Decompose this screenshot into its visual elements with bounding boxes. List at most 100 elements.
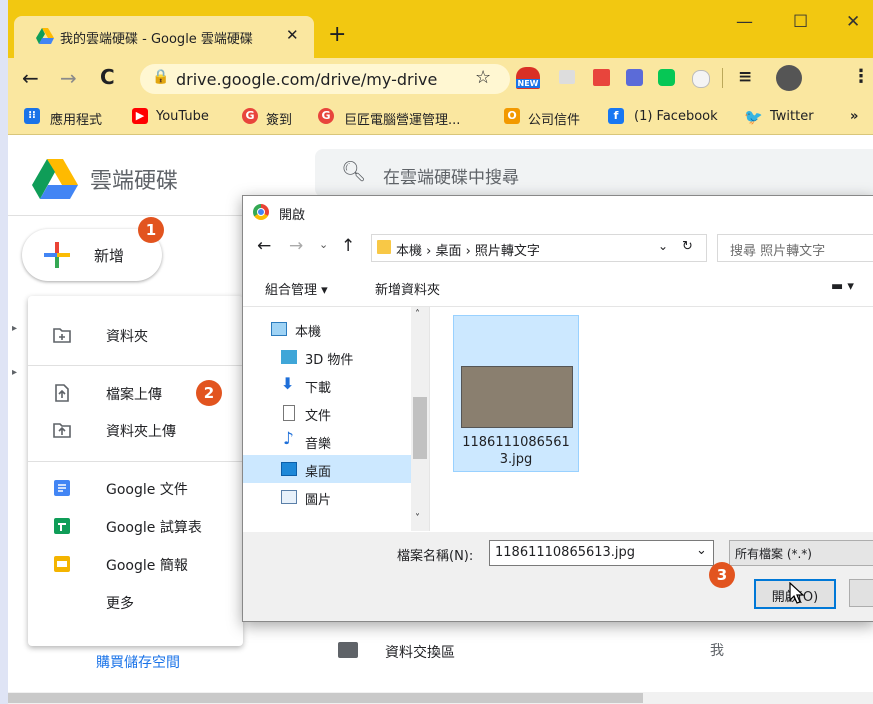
- computer-icon: [271, 322, 287, 336]
- youtube-icon: ▶: [132, 108, 148, 124]
- folder-icon: [377, 240, 391, 254]
- avatar[interactable]: [776, 65, 802, 91]
- drive-logo-icon: [32, 159, 78, 199]
- tree-item-this-pc[interactable]: 本機: [243, 315, 411, 343]
- drive-favicon-icon: [36, 28, 54, 44]
- tree-item-documents[interactable]: 文件: [243, 399, 411, 427]
- extension-new-icon[interactable]: NEW: [516, 67, 540, 89]
- minimize-icon[interactable]: —: [736, 12, 753, 32]
- horizontal-scrollbar[interactable]: [8, 692, 873, 704]
- tree-item-label: 音樂: [305, 437, 332, 452]
- extension-pdf-icon[interactable]: [593, 69, 610, 86]
- google-sheets-icon: [54, 518, 70, 534]
- twitter-icon: 🐦: [744, 108, 763, 126]
- scroll-down-icon[interactable]: ˅: [415, 513, 420, 524]
- expand-arrow-icon[interactable]: ▸: [12, 367, 17, 378]
- toolbar-divider: [722, 68, 723, 88]
- filename-label: 檔案名稱(N):: [397, 549, 474, 564]
- dialog-footer: 檔案名稱(N): 11861110865613.jpg ⌄ 所有檔案 (*.*)…: [243, 532, 873, 621]
- bookmark-apps[interactable]: 應用程式: [50, 109, 102, 128]
- media-queue-icon[interactable]: ≡: [738, 67, 752, 87]
- recent-dropdown-icon[interactable]: ⌄: [319, 238, 328, 251]
- breadcrumb[interactable]: 本機 › 桌面 › 照片轉文字: [396, 240, 540, 259]
- tree-scrollbar[interactable]: ˄ ˅: [411, 307, 429, 531]
- chevron-down-icon[interactable]: ⌄: [696, 543, 707, 558]
- new-button-label: 新增: [94, 247, 125, 265]
- menu-item-google-docs[interactable]: Google 文件: [28, 471, 243, 505]
- search-icon[interactable]: 🔍︎: [341, 159, 366, 183]
- browser-tab[interactable]: 我的雲端硬碟 - Google 雲端硬碟 ✕: [14, 16, 314, 58]
- address-bar[interactable]: 🔒 drive.google.com/drive/my-drive: [140, 64, 510, 94]
- chevron-down-icon[interactable]: ⌄: [658, 239, 668, 253]
- bookmark-facebook[interactable]: (1) Facebook: [634, 109, 718, 124]
- dialog-search-input[interactable]: 搜尋 照片轉文字: [717, 234, 873, 262]
- step-badge-3: 3: [709, 562, 735, 588]
- maximize-icon[interactable]: ☐: [793, 12, 808, 32]
- bookmark-youtube[interactable]: YouTube: [156, 109, 209, 124]
- bookmark-star-icon[interactable]: ☆: [475, 67, 491, 88]
- dialog-title: 開啟: [279, 208, 306, 223]
- buy-storage-link[interactable]: 購買儲存空間: [96, 652, 180, 672]
- tree-item-downloads[interactable]: ⬇ 下載: [243, 371, 411, 399]
- g-logo-icon: G: [242, 108, 258, 124]
- bookmark-management[interactable]: 巨匠電腦營運管理...: [344, 109, 460, 128]
- extension-reader-icon[interactable]: [692, 70, 710, 88]
- back-icon[interactable]: ←: [22, 66, 39, 90]
- view-options-icon[interactable]: ▬ ▾: [831, 279, 854, 294]
- chrome-icon: [253, 204, 269, 220]
- bookmarks-bar: ⁝⁝ 應用程式 ▶ YouTube G 簽到 G 巨匠電腦營運管理... O 公…: [8, 100, 873, 135]
- scrollbar-thumb[interactable]: [8, 693, 643, 703]
- dialog-command-bar: 組合管理 ▾ 新增資料夾 ▬ ▾: [243, 268, 873, 307]
- more-menu-icon[interactable]: ⋮: [852, 66, 870, 87]
- extension-line-icon[interactable]: [658, 69, 675, 86]
- file-row-name[interactable]: 資料交換區: [385, 642, 455, 662]
- menu-item-folder[interactable]: 資料夾: [28, 318, 243, 352]
- new-folder-icon: [53, 328, 71, 343]
- bookmark-company-mail[interactable]: 公司信件: [528, 109, 580, 128]
- tab-close-icon[interactable]: ✕: [286, 26, 299, 44]
- drive-search-bar[interactable]: 🔍︎ 在雲端硬碟中搜尋: [315, 149, 873, 197]
- menu-item-folder-upload[interactable]: 資料夾上傳: [28, 413, 243, 447]
- expand-arrow-icon[interactable]: ▸: [12, 323, 17, 334]
- bookmark-checkin[interactable]: 簽到: [266, 109, 292, 128]
- cube-icon: [281, 350, 297, 364]
- step-badge-1: 1: [138, 217, 164, 243]
- extension-ticket-icon[interactable]: [559, 70, 575, 84]
- refresh-icon[interactable]: ↻: [682, 239, 693, 254]
- menu-item-more[interactable]: 更多: [28, 585, 243, 619]
- menu-item-google-sheets[interactable]: Google 試算表: [28, 509, 243, 543]
- extension-grid-icon[interactable]: [626, 69, 643, 86]
- browser-toolbar: ← → C 🔒 drive.google.com/drive/my-drive …: [8, 58, 873, 100]
- folder-upload-icon: [53, 423, 71, 438]
- forward-icon[interactable]: →: [289, 236, 303, 256]
- facebook-icon: f: [608, 108, 624, 124]
- new-tab-button[interactable]: +: [328, 22, 346, 47]
- close-window-icon[interactable]: ✕: [846, 12, 860, 32]
- up-folder-icon[interactable]: ↑: [341, 236, 355, 256]
- scroll-up-icon[interactable]: ˄: [415, 309, 420, 320]
- filename-input[interactable]: 11861110865613.jpg ⌄: [489, 540, 714, 566]
- filetype-select[interactable]: 所有檔案 (*.*): [729, 540, 873, 566]
- reload-icon[interactable]: C: [100, 65, 115, 89]
- tree-item-music[interactable]: ♪ 音樂: [243, 427, 411, 455]
- back-icon[interactable]: ←: [257, 236, 271, 256]
- tree-item-3d-objects[interactable]: 3D 物件: [243, 343, 411, 371]
- tree-item-pictures[interactable]: 圖片: [243, 483, 411, 511]
- new-folder-button[interactable]: 新增資料夾: [375, 279, 440, 298]
- cancel-button[interactable]: [849, 579, 873, 607]
- url-text: drive.google.com/drive/my-drive: [176, 70, 438, 89]
- forward-icon[interactable]: →: [60, 66, 77, 90]
- tree-item-label: 下載: [305, 381, 332, 396]
- organize-button[interactable]: 組合管理 ▾: [265, 279, 328, 298]
- file-item[interactable]: 11861110865613.jpg: [453, 315, 579, 472]
- tree-item-desktop[interactable]: 桌面: [243, 455, 411, 483]
- scrollbar-thumb[interactable]: [413, 397, 427, 459]
- menu-item-google-slides[interactable]: Google 簡報: [28, 547, 243, 581]
- navigation-tree: 本機 3D 物件 ⬇ 下載 文件 ♪ 音樂 桌面 圖片 ˄ ˅: [243, 307, 430, 531]
- path-bar[interactable]: 本機 › 桌面 › 照片轉文字 ⌄ ↻: [371, 234, 707, 262]
- bookmark-twitter[interactable]: Twitter: [770, 109, 814, 124]
- menu-divider: [28, 365, 243, 366]
- tree-item-label: 本機: [295, 325, 322, 340]
- tab-title: 我的雲端硬碟 - Google 雲端硬碟: [60, 32, 253, 47]
- bookmarks-overflow-icon[interactable]: »: [850, 109, 858, 124]
